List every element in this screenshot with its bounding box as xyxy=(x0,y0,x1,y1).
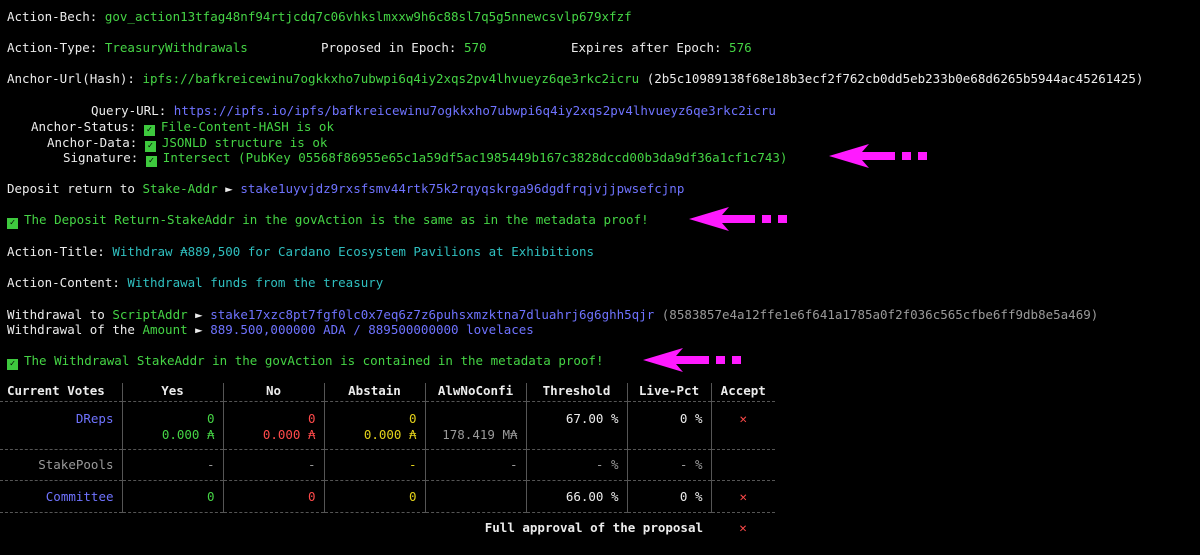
action-title: Withdraw ₳889,500 for Cardano Ecosystem … xyxy=(112,244,595,259)
anchor-url-line: Anchor-Url(Hash): ipfs://bafkreicewinu7o… xyxy=(7,71,1144,86)
header-accept: Accept xyxy=(710,383,775,402)
withdrawal-proof-line: ✓ The Withdrawal StakeAddr in the govActi… xyxy=(7,353,603,370)
header-abstain: Abstain xyxy=(323,383,425,402)
proposed-epoch: Proposed in Epoch: 570 xyxy=(321,40,487,55)
arrow-right-icon: ► xyxy=(195,307,203,322)
reject-x-icon: ✕ xyxy=(710,402,775,443)
arrow-right-icon: ► xyxy=(195,322,203,337)
annotation-arrow-icon xyxy=(689,207,787,231)
check-icon: ✓ xyxy=(7,359,18,370)
header-alwnoconfi: AlwNoConfi xyxy=(424,383,526,402)
action-bech-label: Action-Bech: xyxy=(7,9,98,24)
annotation-arrow-icon xyxy=(829,144,927,168)
table-header-row: Current Votes Yes No Abstain AlwNoConfi … xyxy=(0,383,775,402)
anchor-url[interactable]: ipfs://bafkreicewinu7ogkkxho7ubwpi6q4iy2… xyxy=(142,71,639,86)
header-threshold: Threshold xyxy=(525,383,627,402)
query-url-line: Query-URL: https://ipfs.io/ipfs/bafkreic… xyxy=(91,103,776,118)
committee-label[interactable]: Committee xyxy=(46,489,114,504)
action-bech-line: Action-Bech: gov_action13tfag48nf94rtjcd… xyxy=(7,9,632,25)
header-no: No xyxy=(222,383,324,402)
deposit-return-line: Deposit return to Stake-Addr ► stake1uyv… xyxy=(7,181,685,196)
action-content-line: Action-Content: Withdrawal funds from th… xyxy=(7,275,384,290)
action-type-label: Action-Type: xyxy=(7,40,98,55)
query-url-link[interactable]: https://ipfs.io/ipfs/bafkreicewinu7ogkkx… xyxy=(174,103,776,118)
header-yes: Yes xyxy=(121,383,223,402)
table-row: StakePools - - - - - % - % xyxy=(0,449,775,480)
action-type-value: TreasuryWithdrawals xyxy=(104,40,248,55)
withdrawal-amount-line: Withdrawal of the Amount ► 889.500,00000… xyxy=(7,322,534,337)
annotation-arrow-icon xyxy=(643,348,741,372)
anchor-hash: (2b5c10989138f68e18b3ecf2f762cb0dd5eb233… xyxy=(646,71,1144,86)
anchor-status-line: Anchor-Status: ✓ File-Content-HASH is ok xyxy=(31,119,334,136)
deposit-stake-addr[interactable]: stake1uyvjdz9rxsfsmv44rtk75k2rqyqskrga96… xyxy=(240,181,684,196)
reject-x-icon: ✕ xyxy=(739,519,747,535)
header-live-pct: Live-Pct xyxy=(626,383,711,402)
full-approval-row: Full approval of the proposal ✕ xyxy=(0,513,775,536)
action-content: Withdrawal funds from the treasury xyxy=(127,275,384,290)
withdrawal-amount: 889.500,000000 ADA / 889500000000 lovela… xyxy=(210,322,534,337)
signature-line: Signature: ✓ Intersect (PubKey 05568f8695… xyxy=(63,150,788,167)
arrow-right-icon: ► xyxy=(225,181,233,196)
votes-table: Current Votes Yes No Abstain AlwNoConfi … xyxy=(0,383,775,536)
deposit-proof-line: ✓ The Deposit Return-StakeAddr in the gov… xyxy=(7,212,649,229)
table-row: DReps 0 0.000 ₳ 0 0.000 ₳ 0 0.000 ₳ 178.419… xyxy=(0,402,775,443)
full-approval-label: Full approval of the proposal xyxy=(484,519,703,535)
withdrawal-script-addr[interactable]: stake17xzc8pt7fgf0lc0x7eq6z7z6puhsxmzktn… xyxy=(210,307,654,322)
dreps-label[interactable]: DReps xyxy=(76,411,114,426)
action-title-line: Action-Title: Withdraw ₳889,500 for Card… xyxy=(7,244,595,259)
table-row: Committee 0 0 0 66.00 % 0 % ✕ xyxy=(0,480,775,512)
check-icon: ✓ xyxy=(145,156,157,167)
withdrawal-to-line: Withdrawal to ScriptAddr ► stake17xzc8pt… xyxy=(7,307,1099,322)
stakepools-label: StakePools xyxy=(38,456,114,472)
header-current-votes: Current Votes xyxy=(7,383,105,398)
check-icon: ✓ xyxy=(7,218,18,229)
action-type-line: Action-Type: TreasuryWithdrawals xyxy=(7,40,248,56)
reject-x-icon: ✕ xyxy=(710,480,775,512)
expires-epoch: Expires after Epoch: 576 xyxy=(571,40,752,55)
action-bech-value: gov_action13tfag48nf94rtjcdq7c06vhkslmxx… xyxy=(104,9,632,24)
